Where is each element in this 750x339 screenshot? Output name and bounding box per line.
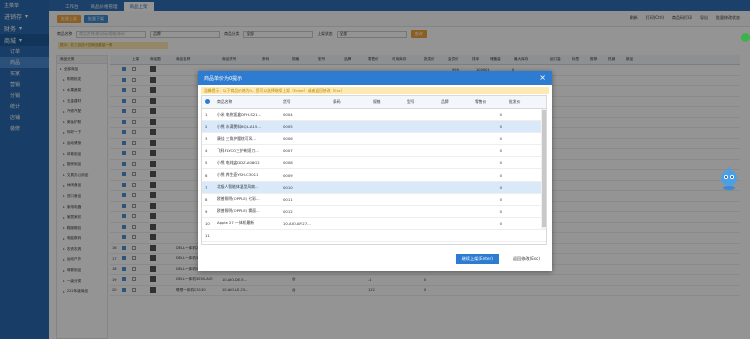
- dialog-table-cell: 小米 电热饭盒DFH-S21...: [217, 111, 262, 117]
- dialog-column-header: 品牌: [441, 99, 449, 104]
- dialog-table-cell: 0: [499, 208, 502, 214]
- dialog-table-cell: 5: [205, 160, 208, 166]
- dialog-table-cell: 1: [205, 112, 208, 118]
- dialog-table-cell: 0006: [283, 136, 293, 142]
- dialog-table-cell: 小熊 电炖盅DDZ-A08G2: [217, 159, 260, 165]
- dialog-table-cell: 欧普照明(OPPLE) 七彩...: [217, 196, 260, 202]
- right-toggle[interactable]: [741, 27, 750, 47]
- close-icon[interactable]: ×: [539, 73, 546, 83]
- dialog-header: 商品单价为0提示 ×: [198, 71, 552, 85]
- dialog-table-cell: 0004: [283, 112, 293, 118]
- dialog-table-cell: 10.AIO.AP.27...: [283, 220, 311, 226]
- dialog-scrollbar[interactable]: [541, 109, 546, 229]
- dialog-column-header: 规格: [373, 99, 381, 104]
- dialog-table-cell: 3: [205, 136, 208, 142]
- dialog-table-cell: 0: [499, 148, 502, 154]
- dialog-table-row[interactable]: 11: [202, 230, 546, 243]
- dialog-table-cell: 0: [499, 136, 502, 142]
- dialog-table-cell: 0009: [283, 172, 293, 178]
- dialog-column-header: 货号: [283, 99, 291, 104]
- dialog-table-cell: 0: [499, 184, 502, 190]
- dialog-table-cell: 0012: [283, 208, 293, 214]
- dialog-column-header: 商品名称: [217, 99, 233, 104]
- dialog-table-cell: 0011: [283, 196, 293, 202]
- dialog-table-row[interactable]: 2 小熊 水满煲料BQL-A15... 0005 0: [202, 121, 546, 134]
- dialog-table-header: 商品名称 货号 条码 规格 型号 品牌 零售价 批发价: [202, 96, 546, 109]
- dialog-table-cell: 0007: [283, 148, 293, 154]
- zero-price-dialog: 商品单价为0提示 × 温馨提示：以下商品价格为0，您可以选择继续上架（Enter…: [198, 71, 552, 271]
- dialog-column-header: [202, 99, 214, 105]
- dialog-table-cell: 0: [499, 196, 502, 202]
- settings-icon[interactable]: [205, 99, 210, 104]
- assistant-robot-icon[interactable]: [718, 165, 740, 191]
- dialog-table-cell: 0: [499, 160, 502, 166]
- dialog-title: 商品单价为0提示: [204, 75, 243, 82]
- dialog-table-cell: 10: [205, 220, 210, 226]
- dialog-table-cell: Apple 27 一体机最新: [217, 220, 255, 226]
- dialog-column-header: 条码: [333, 99, 341, 104]
- dialog-note: 温馨提示：以下商品价格为0，您可以选择继续上架（Enter）或者返回修改（Esc…: [201, 87, 549, 94]
- dialog-table-cell: 小熊 水满煲料BQL-A15...: [217, 123, 261, 129]
- dialog-table-row[interactable]: 7 北极人智能体温型风扇... 0010 0: [202, 181, 546, 194]
- toggle-icon: [741, 32, 750, 42]
- dialog-table-cell: 飞科FLYCO三护剃须刀...: [217, 147, 259, 153]
- dialog-table-cell: 0: [499, 112, 502, 118]
- dialog-table-cell: 小熊 养生壶YSH-C3011: [217, 172, 259, 178]
- dialog-table-row[interactable]: 1 小米 电热饭盒DFH-S21... 0004 0: [202, 109, 546, 122]
- dialog-table-row[interactable]: 5 小熊 电炖盅DDZ-A08G2 0008 0: [202, 157, 546, 170]
- dialog-table-row[interactable]: 4 飞科FLYCO三护剃须刀... 0007 0: [202, 145, 546, 158]
- dialog-table-cell: 0: [499, 172, 502, 178]
- back-to-edit-button[interactable]: 返回修改(Esc): [506, 254, 546, 264]
- dialog-actions: 继续上架(Enter) 返回修改(Esc): [455, 254, 546, 264]
- dialog-table-row[interactable]: 9 欧普照明(OPPLE) 雾面... 0012 0: [202, 206, 546, 218]
- dialog-table-cell: 0010: [283, 184, 293, 190]
- dialog-table-cell: 11: [205, 232, 210, 238]
- dialog-column-header: 型号: [407, 99, 415, 104]
- dialog-table-cell: 北极人智能体温型风扇...: [217, 184, 259, 190]
- continue-listing-button[interactable]: 继续上架(Enter): [455, 254, 499, 264]
- dialog-table-cell: 8: [205, 196, 208, 202]
- dialog-table-cell: 7: [205, 184, 208, 190]
- dialog-table-cell: 0005: [283, 124, 293, 130]
- dialog-table-row[interactable]: 8 欧普照明(OPPLE) 七彩... 0011 0: [202, 194, 546, 206]
- dialog-table-row[interactable]: 6 小熊 养生壶YSH-C3011 0009 0: [202, 169, 546, 182]
- dialog-table-row[interactable]: 3 康佳 三角护腰枕可风... 0006 0: [202, 133, 546, 146]
- dialog-column-header: 批发价: [509, 99, 521, 104]
- dialog-table-cell: 4: [205, 148, 208, 154]
- dialog-table-cell: 2: [205, 124, 208, 130]
- scroll-thumb[interactable]: [541, 110, 546, 227]
- dialog-table-cell: 0008: [283, 160, 293, 166]
- dialog-table-cell: 6: [205, 172, 208, 178]
- dialog-table-cell: 欧普照明(OPPLE) 雾面...: [217, 208, 260, 214]
- dialog-column-header: 零售价: [475, 99, 487, 104]
- dialog-table-cell: 康佳 三角护腰枕可风...: [217, 135, 256, 141]
- dialog-table-row[interactable]: 10 Apple 27 一体机最新 10.AIO.AP.27... 0: [202, 218, 546, 230]
- dialog-table-cell: 0: [499, 220, 502, 226]
- dialog-table-cell: 0: [499, 124, 502, 130]
- dialog-table-cell: 9: [205, 208, 208, 214]
- dialog-table: 商品名称 货号 条码 规格 型号 品牌 零售价 批发价 1 小米 电热饭盒DFH-S21... 0…: [201, 95, 547, 245]
